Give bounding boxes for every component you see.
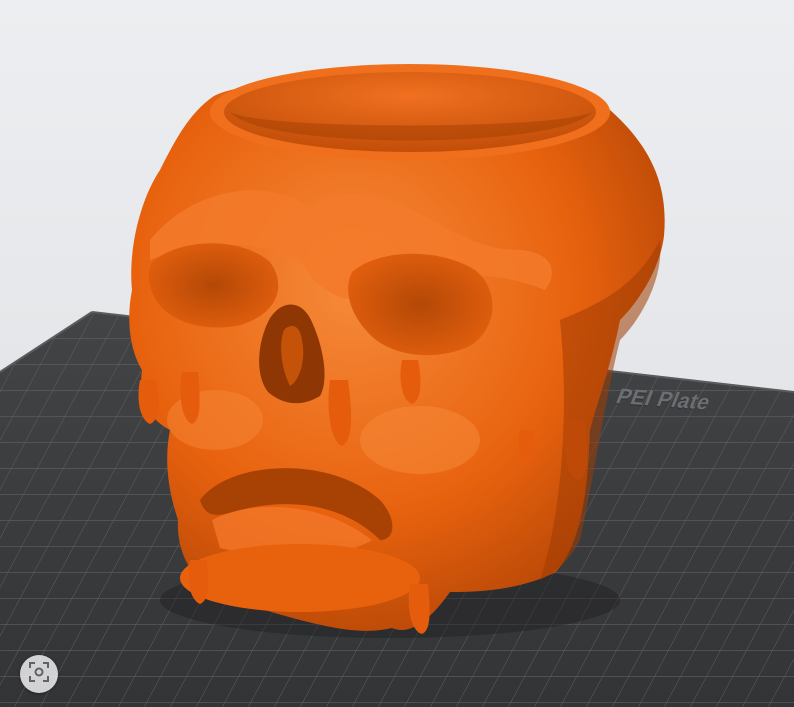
visual-search-icon (28, 661, 50, 688)
chin (180, 544, 420, 612)
scene (0, 64, 794, 707)
3d-viewport[interactable]: PEI Plate (0, 0, 794, 707)
visual-search-button[interactable] (20, 655, 58, 693)
cheek-highlight (360, 406, 480, 474)
